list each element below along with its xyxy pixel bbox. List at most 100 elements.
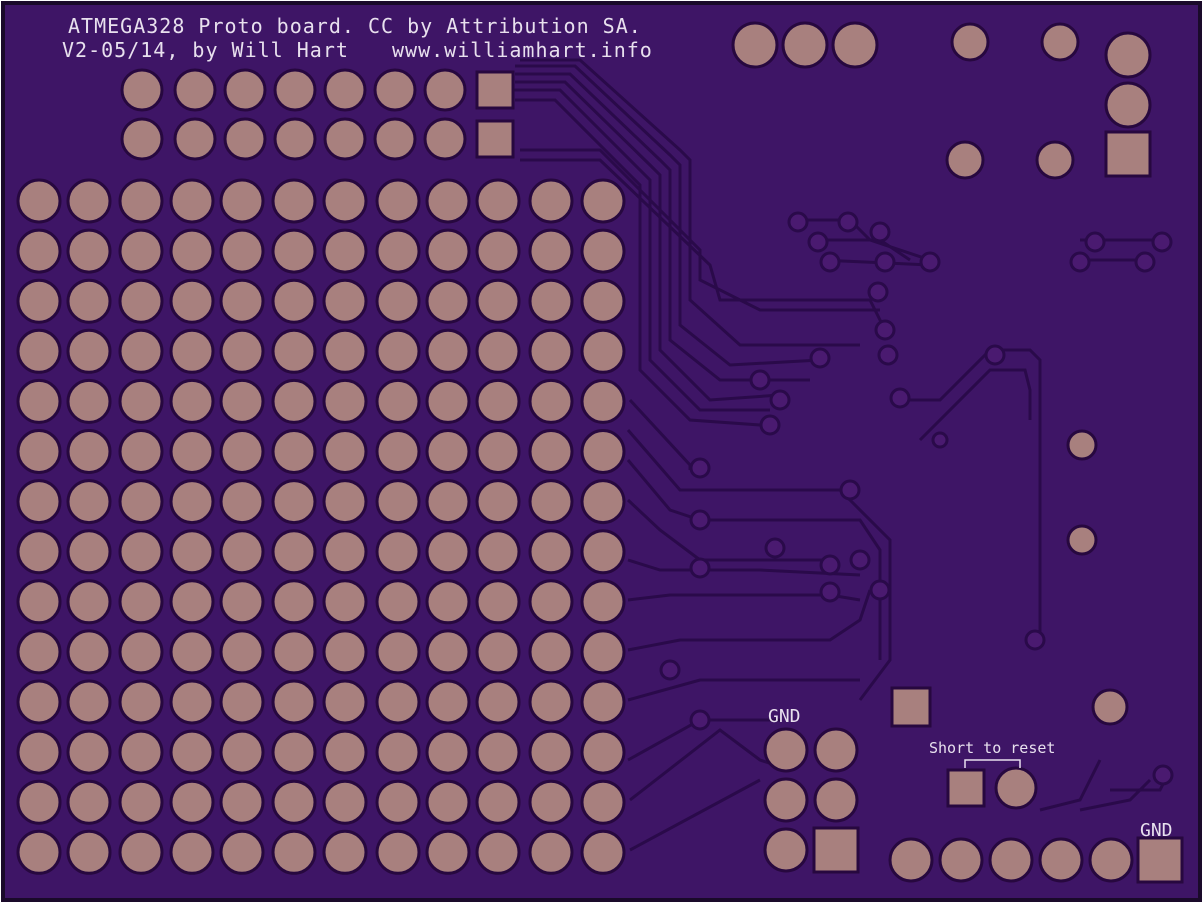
- pad: [169, 429, 215, 474]
- pad: [475, 779, 521, 825]
- pad: [66, 228, 112, 274]
- silk-title-line2-left: V2-05/14, by Will Hart: [62, 38, 349, 62]
- pad: [169, 829, 215, 875]
- pad: [219, 529, 265, 575]
- pad: [425, 378, 471, 424]
- pad: [375, 479, 421, 525]
- pad: [322, 228, 368, 274]
- pad: [169, 529, 215, 575]
- pad: [118, 729, 164, 775]
- pad: [66, 479, 112, 525]
- pad: [425, 629, 471, 675]
- pad: [375, 629, 421, 675]
- pad: [1091, 688, 1129, 726]
- pad: [425, 679, 471, 725]
- pad: [323, 68, 367, 112]
- pad: [322, 278, 368, 324]
- pad: [66, 629, 112, 675]
- pad: [271, 529, 317, 575]
- pad: [1066, 429, 1098, 461]
- pad: [169, 178, 215, 224]
- pad: [173, 68, 217, 112]
- pad: [271, 729, 317, 775]
- pad: [763, 827, 809, 873]
- pad: [580, 178, 626, 224]
- pad: [271, 178, 317, 224]
- square-pad: [1104, 130, 1152, 178]
- pad: [16, 178, 62, 224]
- pad: [528, 429, 574, 474]
- pad: [580, 679, 626, 725]
- pcb-board: ATMEGA328 Proto board. CC by Attribution…: [0, 0, 1203, 903]
- pad: [16, 278, 62, 324]
- pad: [118, 779, 164, 825]
- pad: [173, 117, 217, 161]
- pad: [580, 228, 626, 274]
- pad: [1104, 81, 1152, 129]
- pad: [425, 529, 471, 575]
- pad: [16, 429, 62, 474]
- pad: [375, 679, 421, 725]
- pad: [528, 228, 574, 274]
- pad: [223, 117, 267, 161]
- pad: [375, 829, 421, 875]
- pcb-render: ATMEGA328 Proto board. CC by Attribution…: [1, 1, 1202, 902]
- pad: [66, 378, 112, 424]
- pad: [322, 328, 368, 374]
- pad: [475, 429, 521, 474]
- pad: [425, 579, 471, 625]
- pad: [219, 378, 265, 424]
- pad: [580, 529, 626, 575]
- pad: [475, 178, 521, 224]
- pad: [528, 278, 574, 324]
- pad: [66, 579, 112, 625]
- pad: [16, 378, 62, 424]
- silk-title-line2-right: www.williamhart.info: [392, 38, 653, 62]
- pad: [375, 729, 421, 775]
- pad: [528, 779, 574, 825]
- pad: [580, 479, 626, 525]
- pad: [169, 378, 215, 424]
- silk-title-line1: ATMEGA328 Proto board. CC by Attribution…: [68, 14, 642, 38]
- pad: [1066, 524, 1098, 556]
- pad: [66, 328, 112, 374]
- pad: [219, 479, 265, 525]
- pad: [528, 328, 574, 374]
- pad: [375, 328, 421, 374]
- pad: [273, 68, 317, 112]
- pad: [120, 117, 164, 161]
- pad: [118, 529, 164, 575]
- pad: [528, 579, 574, 625]
- pad: [475, 579, 521, 625]
- pad: [1088, 837, 1134, 883]
- pad: [120, 68, 164, 112]
- pad: [475, 729, 521, 775]
- pad: [938, 837, 984, 883]
- pad: [950, 22, 990, 62]
- pad: [322, 679, 368, 725]
- pad: [425, 729, 471, 775]
- pad: [475, 629, 521, 675]
- pad: [781, 21, 829, 69]
- pad: [16, 829, 62, 875]
- pad: [118, 178, 164, 224]
- pad: [322, 378, 368, 424]
- pad: [322, 729, 368, 775]
- pad: [528, 479, 574, 525]
- pad: [580, 829, 626, 875]
- pad: [813, 727, 859, 773]
- pad: [16, 679, 62, 725]
- pad: [373, 117, 417, 161]
- pad: [16, 629, 62, 675]
- pad: [118, 429, 164, 474]
- pad: [375, 429, 421, 474]
- pad: [16, 479, 62, 525]
- pad: [475, 529, 521, 575]
- pad: [425, 278, 471, 324]
- pad: [271, 629, 317, 675]
- pad: [475, 228, 521, 274]
- pad: [66, 829, 112, 875]
- silk-gnd-header-label: GND: [768, 706, 801, 727]
- pad: [219, 629, 265, 675]
- pad: [945, 140, 985, 180]
